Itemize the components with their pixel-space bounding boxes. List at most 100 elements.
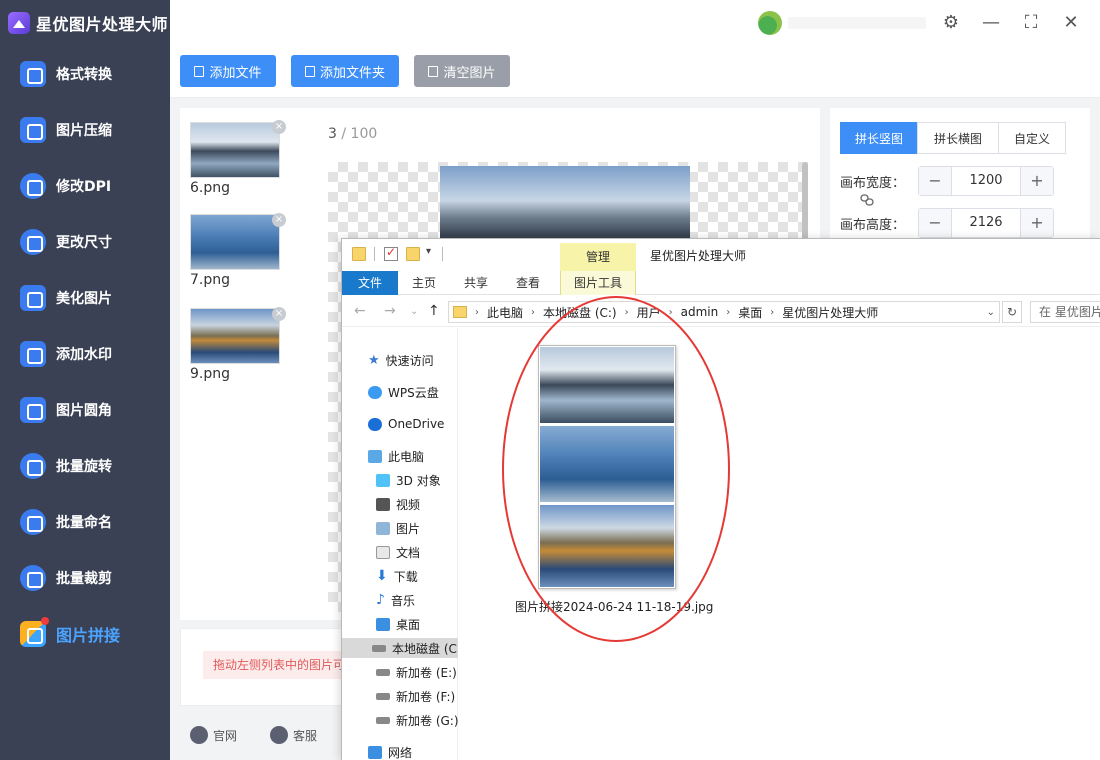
- breadcrumb-item[interactable]: 星优图片处理大师: [782, 304, 878, 321]
- tab-picture-tools[interactable]: 图片工具: [560, 271, 636, 295]
- tree-wps[interactable]: WPS云盘: [368, 382, 439, 402]
- breadcrumb-item[interactable]: 此电脑: [487, 304, 523, 321]
- tab-file[interactable]: 文件: [342, 271, 398, 295]
- counter-separator: /: [336, 126, 351, 142]
- rename-icon: [20, 509, 46, 535]
- tab-horizontal-stitch[interactable]: 拼长横图: [917, 122, 999, 154]
- website-link[interactable]: 官网: [190, 726, 237, 744]
- tree-label: 新加卷 (F:): [396, 689, 456, 704]
- round-corner-icon: [20, 397, 46, 423]
- link-icon[interactable]: [860, 194, 874, 206]
- drag-hint: 拖动左侧列表中的图片可: [203, 651, 363, 679]
- properties-icon[interactable]: [384, 245, 398, 261]
- tree-documents[interactable]: 文档: [376, 542, 420, 562]
- increment-button[interactable]: +: [1021, 167, 1053, 195]
- crop-icon: [20, 565, 46, 591]
- settings-icon[interactable]: ⚙: [940, 12, 962, 34]
- breadcrumb-item[interactable]: 桌面: [738, 304, 762, 321]
- clear-images-button[interactable]: 清空图片: [414, 55, 510, 87]
- thumbnail-7[interactable]: [190, 214, 280, 270]
- manage-context-tab[interactable]: 管理: [560, 243, 636, 271]
- decrement-button[interactable]: −: [919, 167, 951, 195]
- sidebar-item-label: 图片拼接: [56, 626, 121, 645]
- tab-view[interactable]: 查看: [508, 271, 548, 295]
- tree-music[interactable]: ♪ 音乐: [376, 590, 415, 610]
- sidebar-item-dpi[interactable]: 修改DPI: [0, 158, 170, 214]
- address-dropdown-icon[interactable]: ⌄: [987, 307, 995, 318]
- add-file-button[interactable]: 添加文件: [180, 55, 276, 87]
- tree-downloads[interactable]: ⬇ 下载: [376, 566, 418, 586]
- refresh-icon[interactable]: ↻: [1002, 301, 1022, 323]
- up-arrow-icon[interactable]: ↑: [428, 303, 440, 319]
- tree-3d-objects[interactable]: 3D 对象: [376, 470, 441, 490]
- remove-icon[interactable]: ×: [272, 307, 286, 321]
- sidebar-item-compress[interactable]: 图片压缩: [0, 102, 170, 158]
- sidebar-item-resize[interactable]: 更改尺寸: [0, 214, 170, 270]
- thumbnail-9[interactable]: [190, 308, 280, 364]
- music-icon: ♪: [376, 592, 385, 608]
- new-folder-icon[interactable]: [406, 247, 420, 261]
- close-icon[interactable]: ✕: [1060, 12, 1082, 34]
- tab-custom[interactable]: 自定义: [998, 122, 1066, 154]
- service-link[interactable]: 客服: [270, 726, 317, 744]
- breadcrumb-item[interactable]: admin: [681, 305, 719, 319]
- remove-icon[interactable]: ×: [272, 120, 286, 134]
- explorer-title: 星优图片处理大师: [650, 249, 747, 263]
- quick-access-dropdown-icon[interactable]: ▾: [426, 246, 431, 257]
- tree-label: 本地磁盘 (C: [392, 641, 457, 656]
- sidebar-item-stitch[interactable]: 图片拼接: [0, 606, 170, 662]
- tree-volume-e[interactable]: 新加卷 (E:): [376, 662, 457, 682]
- forward-arrow-icon[interactable]: →: [384, 303, 396, 319]
- canvas-height-stepper[interactable]: − 2126 +: [918, 208, 1054, 238]
- tab-vertical-stitch[interactable]: 拼长竖图: [840, 122, 918, 154]
- sidebar-item-label: 图片圆角: [56, 403, 112, 419]
- sidebar-item-rotate[interactable]: 批量旋转: [0, 438, 170, 494]
- desktop-icon: [376, 617, 390, 631]
- tree-local-disk[interactable]: 本地磁盘 (C: [342, 638, 458, 658]
- sidebar-item-format-convert[interactable]: 格式转换: [0, 46, 170, 102]
- recent-dropdown-icon[interactable]: ⌄: [410, 306, 418, 317]
- tree-pictures[interactable]: 图片: [376, 518, 420, 538]
- tree-videos[interactable]: 视频: [376, 494, 420, 514]
- cloud-icon: [368, 385, 382, 399]
- drive-icon: [376, 716, 390, 724]
- tree-onedrive[interactable]: OneDrive: [368, 414, 444, 434]
- chevron-right-icon: ›: [475, 306, 479, 318]
- thumbnail-6[interactable]: [190, 122, 280, 178]
- remove-icon[interactable]: ×: [272, 213, 286, 227]
- decrement-button[interactable]: −: [919, 209, 951, 237]
- tree-volume-g[interactable]: 新加卷 (G:): [376, 710, 459, 730]
- address-bar[interactable]: › 此电脑 › 本地磁盘 (C:) › 用户 › admin › 桌面 › 星优…: [448, 301, 1000, 323]
- sidebar-item-crop[interactable]: 批量裁剪: [0, 550, 170, 606]
- tree-quick-access[interactable]: ★ 快速访问: [368, 350, 434, 370]
- sidebar-item-round-corner[interactable]: 图片圆角: [0, 382, 170, 438]
- add-folder-label: 添加文件夹: [319, 65, 385, 81]
- tree-label: 快速访问: [385, 353, 434, 368]
- highlight-circle: [502, 296, 730, 642]
- search-input[interactable]: 在 星优图片: [1030, 301, 1100, 323]
- tab-share[interactable]: 共享: [456, 271, 496, 295]
- add-folder-button[interactable]: 添加文件夹: [291, 55, 399, 87]
- tree-label: 下载: [393, 569, 418, 584]
- tab-home[interactable]: 主页: [404, 271, 444, 295]
- avatar[interactable]: [758, 11, 782, 35]
- canvas-width-input[interactable]: 1200: [951, 167, 1021, 195]
- minimize-icon[interactable]: —: [980, 12, 1002, 34]
- tree-network[interactable]: 网络: [368, 742, 412, 760]
- sidebar-item-rename[interactable]: 批量命名: [0, 494, 170, 550]
- sidebar-item-label: 图片压缩: [56, 123, 112, 139]
- website-label: 官网: [213, 728, 238, 743]
- canvas-width-stepper[interactable]: − 1200 +: [918, 166, 1054, 196]
- back-arrow-icon[interactable]: ←: [354, 303, 366, 319]
- sidebar-item-beautify[interactable]: 美化图片: [0, 270, 170, 326]
- sidebar-item-watermark[interactable]: 添加水印: [0, 326, 170, 382]
- canvas-height-input[interactable]: 2126: [951, 209, 1021, 237]
- tree-desktop[interactable]: 桌面: [376, 614, 420, 634]
- increment-button[interactable]: +: [1021, 209, 1053, 237]
- explorer-titlebar: ▾ 管理 星优图片处理大师: [342, 239, 1100, 271]
- tree-this-pc[interactable]: 此电脑: [368, 446, 424, 466]
- sidebar-item-label: 批量裁剪: [56, 571, 112, 587]
- tree-volume-f[interactable]: 新加卷 (F:): [376, 686, 455, 706]
- maximize-icon[interactable]: ⛶: [1020, 12, 1042, 34]
- page-counter: 3 / 100: [328, 126, 377, 142]
